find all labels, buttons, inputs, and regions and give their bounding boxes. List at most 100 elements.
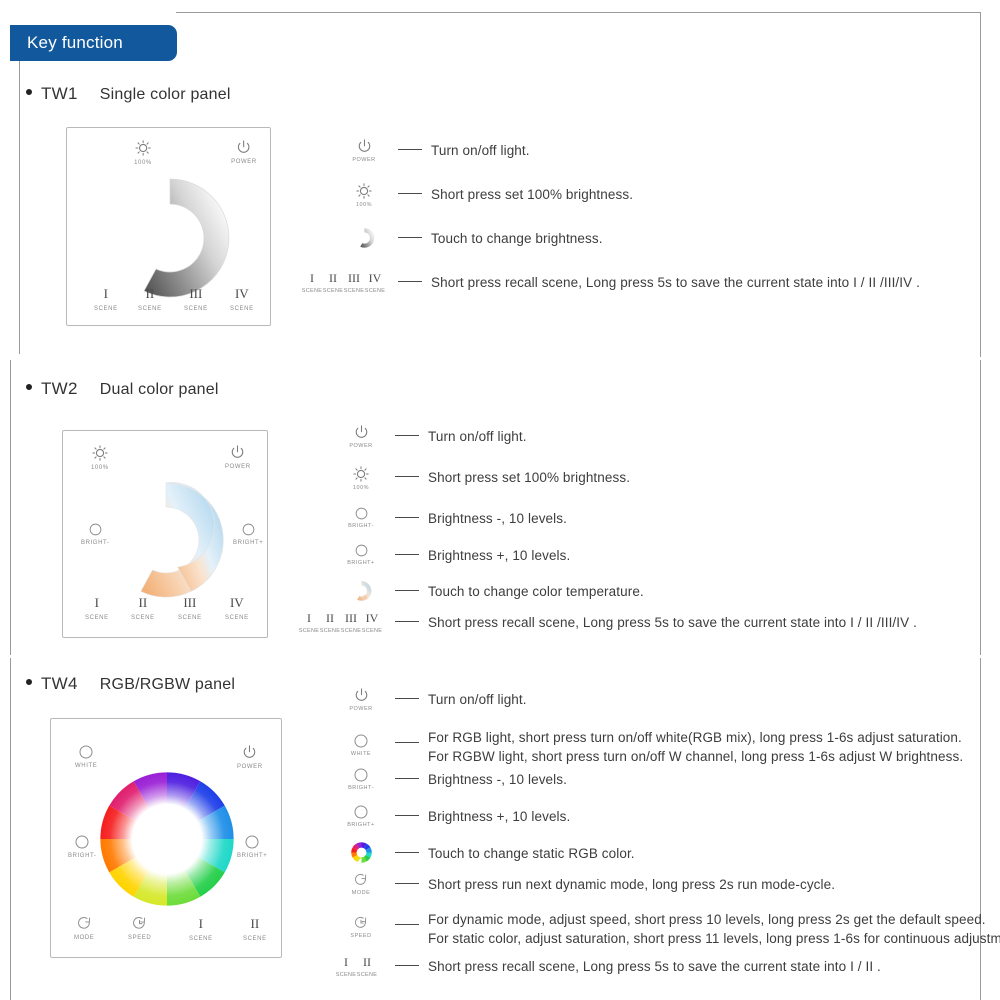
- circle-icon: [242, 523, 255, 536]
- tw4-bright-up-button[interactable]: BRIGHT+: [237, 835, 267, 859]
- scene-caption: SCENE: [364, 288, 386, 294]
- legend-icon-caption: SPEED: [350, 933, 372, 939]
- legend-icon-power: POWER: [336, 139, 392, 163]
- tw2-device-panel: 100% POWER BRIGHT- BRIGHT+ I SCENE II SC…: [62, 430, 268, 638]
- legend-icon-caption: BRIGHT+: [347, 560, 375, 566]
- circle-icon: [354, 768, 368, 782]
- gray-ring-icon: [359, 228, 374, 248]
- tw2-scene-4-button[interactable]: IV SCENE: [225, 595, 249, 621]
- legend-text: Brightness -, 10 levels.: [428, 772, 567, 787]
- mode-icon: [77, 917, 90, 929]
- circle-icon: [75, 835, 89, 849]
- tw4-legend-row-rgb-ring: Touch to change static RGB color.: [333, 842, 635, 863]
- brightness-100-icon: [356, 183, 372, 199]
- tw4-mode-button[interactable]: MODE: [74, 916, 94, 941]
- tw1-scene-2-button[interactable]: II SCENE: [138, 286, 162, 312]
- power-icon: [355, 688, 367, 701]
- tw2-legend-row-power: POWER Turn on/off light.: [333, 425, 527, 449]
- legend-icon-caption: POWER: [352, 157, 376, 163]
- legend-text-block: For RGB light, short press turn on/off w…: [428, 726, 963, 766]
- circle-icon: [354, 734, 368, 748]
- tw4-color-wheel[interactable]: [99, 771, 235, 907]
- scene-caption: SCENE: [131, 615, 155, 621]
- legend-text-line2: For static color, adjust saturation, sho…: [428, 931, 1000, 946]
- legend-icon-caption: 100%: [355, 202, 373, 208]
- bullet-icon: [26, 679, 32, 685]
- legend-icon-caption: BRIGHT-: [348, 785, 374, 791]
- tw4-bright-down-button[interactable]: BRIGHT-: [68, 835, 97, 859]
- circle-icon: [355, 544, 367, 557]
- scene-numeral: IV: [368, 271, 382, 285]
- scene-caption: SCENE: [301, 288, 323, 294]
- tw4-power-button[interactable]: POWER: [237, 745, 263, 770]
- tw2-bright-up-caption: BRIGHT+: [233, 540, 264, 546]
- tw4-legend-row-mode: MODE Short press run next dynamic mode, …: [333, 873, 835, 896]
- bullet-icon: [26, 384, 32, 390]
- tw4-scene-2-button[interactable]: II SCENE: [243, 916, 267, 942]
- scene-caption: SCENE: [225, 615, 249, 621]
- section-heading-tw2: TW2 Dual color panel: [26, 379, 219, 399]
- tw2-scene-1-button[interactable]: I SCENE: [85, 595, 109, 621]
- tw2-scene-3-button[interactable]: III SCENE: [178, 595, 202, 621]
- section-heading-tw1: TW1 Single color panel: [26, 84, 231, 104]
- tw4-power-caption: POWER: [237, 764, 263, 770]
- legend-icon-scene-strip: I SCENE II SCENE: [324, 955, 389, 978]
- tw1-scene-1-button[interactable]: I SCENE: [94, 286, 118, 312]
- tw4-white-button[interactable]: WHITE: [75, 745, 97, 769]
- tw4-device-panel: WHITE POWER BRIGHT- BRIGHT+ MODE SPEED I…: [50, 718, 282, 958]
- scene-strip-icon: I SCENE II SCENE: [336, 955, 377, 978]
- tw2-cct-ring[interactable]: [98, 477, 234, 603]
- brightness-100-icon: [92, 445, 108, 461]
- tw4-bright-up-caption: BRIGHT+: [237, 853, 268, 859]
- page-border-top: [176, 12, 981, 13]
- tw1-power-button[interactable]: POWER: [231, 140, 257, 165]
- legend-icon-mode: MODE: [333, 873, 389, 896]
- legend-dash: [395, 883, 419, 884]
- scene-caption: SCENE: [94, 306, 118, 312]
- tw4-scene-1-button[interactable]: I SCENE: [189, 916, 213, 942]
- page-border-right-mid: [980, 360, 981, 655]
- legend-dash: [395, 698, 419, 699]
- cct-ring-icon: [356, 581, 371, 601]
- tw2-bright-up-button[interactable]: BRIGHT+: [233, 523, 263, 546]
- tw4-speed-button[interactable]: SPEED: [128, 916, 151, 941]
- tw2-brightness-100-button[interactable]: 100%: [91, 445, 109, 471]
- tw2-scene-2-button[interactable]: II SCENE: [131, 595, 155, 621]
- power-icon: [355, 425, 367, 438]
- tw2-legend-row-brightness100: 100% Short press set 100% brightness.: [333, 466, 630, 491]
- tw4-legend-row-white: WHITE For RGB light, short press turn on…: [333, 726, 963, 766]
- scene-numeral: II: [363, 955, 371, 969]
- scene-numeral: III: [189, 286, 203, 301]
- legend-icon-bright-down: BRIGHT-: [333, 768, 389, 791]
- legend-icon-bright-up: BRIGHT+: [333, 805, 389, 828]
- scene-numeral: II: [138, 595, 148, 610]
- legend-text: Brightness +, 10 levels.: [428, 809, 571, 824]
- tw4-bright-down-caption: BRIGHT-: [68, 853, 97, 859]
- scene-numeral: III: [183, 595, 197, 610]
- tw2-power-button[interactable]: POWER: [225, 445, 251, 470]
- legend-text-block: For dynamic mode, adjust speed, short pr…: [428, 908, 1000, 948]
- circle-icon: [354, 805, 368, 819]
- scene-numeral: I: [103, 286, 108, 301]
- scene-numeral: IV: [234, 286, 249, 301]
- tw1-brightness-100-button[interactable]: 100%: [134, 140, 152, 166]
- scene-caption: SCENE: [85, 615, 109, 621]
- scene-caption: SCENE: [361, 628, 383, 634]
- section-code: TW4: [41, 674, 78, 693]
- legend-icon-power: POWER: [333, 688, 389, 712]
- legend-text: Short press run next dynamic mode, long …: [428, 877, 836, 892]
- circle-icon: [79, 745, 93, 759]
- scene-numeral: IV: [229, 595, 244, 610]
- legend-dash: [395, 621, 419, 622]
- tw1-scene-4-button[interactable]: IV SCENE: [230, 286, 254, 312]
- page-border-left-upper: [19, 58, 20, 354]
- legend-icon-caption: MODE: [351, 890, 371, 896]
- tw4-legend-row-scene: I SCENE II SCENE Short press recall scene,…: [324, 955, 881, 978]
- tw2-legend-row-scene: I SCENE II SCENE III SCENE IV SCENE Short pr…: [292, 611, 917, 634]
- tw2-power-caption: POWER: [225, 464, 251, 470]
- tw2-brightness-caption: 100%: [91, 465, 109, 471]
- tw1-scene-3-button[interactable]: III SCENE: [184, 286, 208, 312]
- tw1-brightness-ring[interactable]: [100, 173, 240, 303]
- tw1-brightness-caption: 100%: [134, 160, 152, 166]
- bullet-icon: [26, 89, 32, 95]
